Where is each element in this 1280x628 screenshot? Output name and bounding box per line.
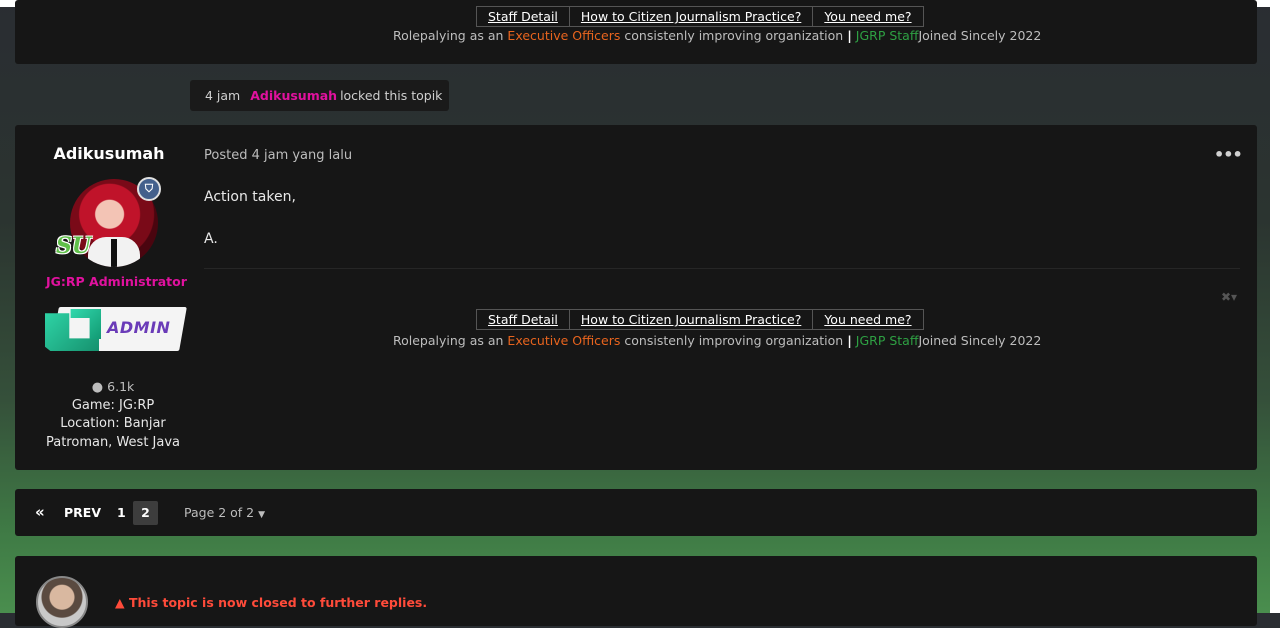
pagination-bar: « PREV 1 2 Page 2 of 2 ▼ (15, 489, 1257, 536)
you-need-me-link[interactable]: You need me? (812, 310, 922, 329)
current-user-avatar (36, 576, 88, 628)
prev-page-button[interactable]: PREV (64, 505, 101, 520)
citizen-journalism-link[interactable]: How to Citizen Journalism Practice? (568, 310, 812, 329)
author-location-2: Patroman, West Java (45, 435, 181, 450)
post-date[interactable]: Posted 4 jam yang lalu (204, 148, 352, 163)
page-2-button[interactable]: 2 (133, 501, 158, 525)
warning-icon: ▲ (115, 595, 125, 610)
page-jump-dropdown[interactable]: Page 2 of 2 ▼ (184, 505, 265, 520)
post-body-line-2: A. (204, 231, 218, 247)
signature-links: Staff Detail How to Citizen Journalism P… (476, 6, 924, 27)
moderation-icon[interactable]: ✖▾ (1221, 290, 1237, 304)
signature-divider (204, 268, 1240, 269)
author-group: JG:RP Administrator (46, 274, 187, 289)
comment-icon: ● (91, 380, 104, 395)
more-options-icon[interactable]: ••• (1214, 145, 1243, 164)
admin-badge: ADMIN (45, 307, 187, 353)
event-action: locked this topik (340, 88, 443, 103)
signature-text: Rolepalying as an Executive Officers con… (393, 28, 1042, 43)
shield-icon: ⛉ (137, 177, 161, 201)
post-panel (15, 125, 1257, 470)
closed-notice-panel: ▲ This topic is now closed to further re… (15, 556, 1257, 628)
author-location-1: Location: Banjar (60, 416, 166, 431)
event-time: 4 jam (205, 88, 241, 103)
you-need-me-link[interactable]: You need me? (812, 7, 922, 26)
page-1-button[interactable]: 1 (117, 505, 126, 520)
post-body-line-1: Action taken, (204, 189, 296, 205)
double-chevron-left-icon[interactable]: « (35, 503, 45, 521)
topic-locked-event: 4 jam Adikusumah locked this topik (190, 80, 449, 111)
signature-text: Rolepalying as an Executive Officers con… (393, 333, 1042, 348)
author-game: Game: JG:RP (71, 398, 155, 413)
caret-down-icon: ▼ (258, 510, 266, 520)
badge-label: ADMIN (107, 318, 171, 337)
signature-links: Staff Detail How to Citizen Journalism P… (476, 309, 924, 330)
page-right-edge (1270, 7, 1280, 613)
rank-emblem: SU (56, 233, 92, 259)
event-user-link[interactable]: Adikusumah (250, 88, 337, 103)
citizen-journalism-link[interactable]: How to Citizen Journalism Practice? (568, 7, 812, 26)
author-post-count: ● 6.1k (91, 379, 135, 395)
staff-detail-link[interactable]: Staff Detail (477, 7, 569, 26)
staff-detail-link[interactable]: Staff Detail (477, 310, 569, 329)
topic-closed-message: ▲ This topic is now closed to further re… (115, 595, 428, 610)
author-name-link[interactable]: Adikusumah (30, 144, 188, 163)
